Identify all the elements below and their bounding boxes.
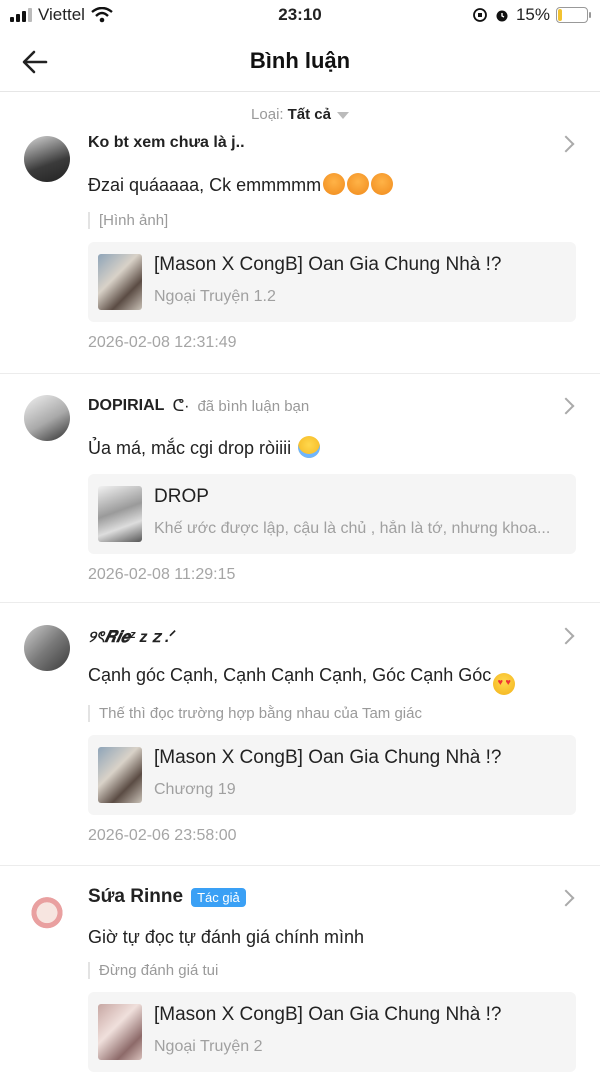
story-title: [Mason X CongB] Oan Gia Chung Nhà !? (154, 1004, 502, 1025)
comment-username[interactable]: Ko bt xem chưa là j.. (88, 134, 245, 152)
story-card[interactable]: [Mason X CongB] Oan Gia Chung Nhà !? Ngo… (88, 992, 576, 1072)
avatar[interactable] (24, 136, 70, 182)
story-cover-image (98, 486, 142, 542)
commented-on-you-label: đã bình luận bạn (197, 397, 310, 415)
story-chapter: Ngoại Truyện 1.2 (154, 288, 276, 305)
comment-list: Ko bt xem chưa là j.. Đzai quáaaaa, Ck e… (0, 0, 600, 1072)
comment-item[interactable]: DOPIRIAL ᕦ· đã bình luận bạn Ủa má, mắc … (0, 374, 600, 603)
comment-username[interactable]: ୨ৎ𝑹𝒊𝒆ᶻ z 𝗓 .ᐟ (88, 624, 176, 651)
story-cover-image (98, 1004, 142, 1060)
alarm-clock-icon (496, 10, 508, 22)
screen-rotation-lock-icon (473, 8, 487, 22)
story-description: Khế ước được lập, cậu là chủ , hắn là tớ… (154, 520, 551, 537)
story-title: DROP (154, 486, 209, 507)
filter-label: Loại: (251, 106, 284, 123)
angry-face-icon (371, 173, 394, 195)
caret-down-icon (336, 111, 349, 119)
page-title: Bình luận (249, 48, 351, 73)
comment-timestamp: 2026-02-06 23:58:00 (88, 827, 237, 844)
story-title: [Mason X CongB] Oan Gia Chung Nhà !? (154, 747, 502, 768)
author-badge: Tác giả (191, 887, 246, 907)
avatar[interactable] (24, 625, 70, 671)
comment-text: Giờ tự đọc tự đánh giá chính mình (88, 927, 365, 947)
heart-eyes-face-icon (493, 673, 516, 695)
username-label: ୨ৎ𝑹𝒊𝒆ᶻ z 𝗓 .ᐟ (88, 629, 177, 646)
story-cover-image (98, 254, 142, 310)
comment-username[interactable]: Sứa Rinne Tác giả (88, 886, 246, 908)
chevron-right-icon[interactable] (557, 135, 575, 153)
username-label: Ko bt xem chưa là j.. (88, 134, 245, 151)
chevron-right-icon[interactable] (557, 889, 575, 907)
quoted-reply: Đừng đánh giá tui (88, 962, 576, 979)
battery-percentage: 15% (515, 5, 550, 24)
username-label: DOPIRIAL (88, 397, 165, 414)
username-symbol: ᕦ· (172, 398, 190, 415)
filter-selector[interactable]: Loại: Tất cả (0, 106, 600, 123)
username-label: Sứa Rinne (88, 886, 184, 907)
comment-text: Ủa má, mắc cgi drop ròiiii (88, 436, 321, 459)
app-header: Bình luận (0, 32, 600, 92)
story-card[interactable]: DROP Khế ước được lập, cậu là chủ , hắn … (88, 474, 576, 554)
comment-timestamp: 2026-02-08 11:29:15 (88, 566, 236, 583)
story-chapter: Ngoại Truyện 2 (154, 1038, 263, 1055)
chevron-right-icon[interactable] (557, 627, 575, 645)
story-cover-image (98, 747, 142, 803)
comment-timestamp: 2026-02-08 12:31:49 (88, 334, 237, 351)
story-card[interactable]: [Mason X CongB] Oan Gia Chung Nhà !? Ngo… (88, 242, 576, 322)
comment-username[interactable]: DOPIRIAL ᕦ· đã bình luận bạn (88, 396, 309, 416)
comment-item[interactable]: Sứa Rinne Tác giả Giờ tự đọc tự đánh giá… (0, 866, 600, 1076)
angry-face-icon (347, 173, 370, 195)
angry-face-icon (323, 173, 346, 195)
comment-text: Đzai quáaaaa, Ck emmmmm (88, 173, 394, 196)
comment-item[interactable]: ୨ৎ𝑹𝒊𝒆ᶻ z 𝗓 .ᐟ Cạnh góc Cạnh, Cạnh Cạnh C… (0, 603, 600, 866)
chevron-right-icon[interactable] (557, 397, 575, 415)
story-card[interactable]: [Mason X CongB] Oan Gia Chung Nhà !? Chư… (88, 735, 576, 815)
filter-value: Tất cả (287, 106, 331, 123)
comment-item[interactable]: Ko bt xem chưa là j.. Đzai quáaaaa, Ck e… (0, 118, 600, 374)
status-bar: Viettel 23:10 15% (0, 0, 600, 32)
quoted-reply: Thế thì đọc trường hợp bằng nhau của Tam… (88, 705, 576, 722)
story-chapter: Chương 19 (154, 781, 236, 798)
quoted-reply: [Hình ảnh] (88, 212, 576, 229)
battery-icon (556, 7, 591, 23)
comment-text: Cạnh góc Cạnh, Cạnh Cạnh Cạnh, Góc Cạnh … (88, 665, 516, 695)
avatar[interactable] (24, 892, 70, 938)
crying-face-icon (298, 436, 321, 458)
story-title: [Mason X CongB] Oan Gia Chung Nhà !? (154, 254, 502, 275)
avatar[interactable] (24, 395, 70, 441)
